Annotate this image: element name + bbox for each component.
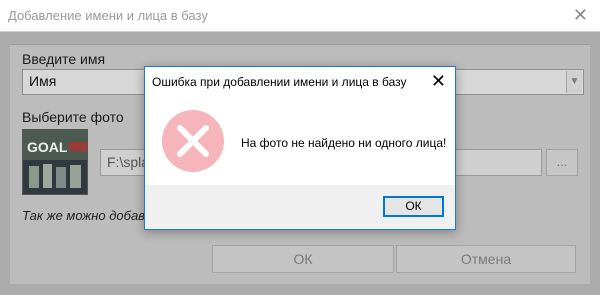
name-label: Введите имя <box>22 51 106 67</box>
browse-button[interactable]: ... <box>546 149 578 176</box>
name-value: Имя <box>29 73 57 89</box>
error-icon <box>162 110 224 172</box>
photo-thumbnail-image: GOAL <box>23 130 87 194</box>
dialog-footer: ОК <box>145 185 455 229</box>
dialog-message: На фото не найдено ни одного лица! <box>241 136 447 150</box>
main-titlebar: Добавление имени и лица в базу ✕ <box>0 0 600 32</box>
cancel-button[interactable]: Отмена <box>396 245 576 273</box>
photo-thumbnail: GOAL <box>22 129 88 195</box>
main-close-icon[interactable]: ✕ <box>573 6 588 24</box>
error-dialog: Ошибка при добавлении имени и лица в баз… <box>144 66 456 230</box>
hint-text: Так же можно добав <box>22 208 145 223</box>
photo-label: Выберите фото <box>22 109 124 125</box>
ok-button[interactable]: ОК <box>212 245 394 273</box>
thumbnail-text: GOAL <box>27 139 68 155</box>
dialog-close-icon[interactable]: ✕ <box>431 72 446 90</box>
photo-path-value: F:\spla <box>107 154 150 170</box>
dialog-titlebar: Ошибка при добавлении имени и лица в баз… <box>145 67 455 98</box>
main-window-title: Добавление имени и лица в базу <box>8 8 208 23</box>
dialog-ok-button[interactable]: ОК <box>383 196 444 217</box>
chevron-down-icon[interactable]: ▼ <box>566 71 582 93</box>
dialog-title: Ошибка при добавлении имени и лица в баз… <box>152 75 407 89</box>
